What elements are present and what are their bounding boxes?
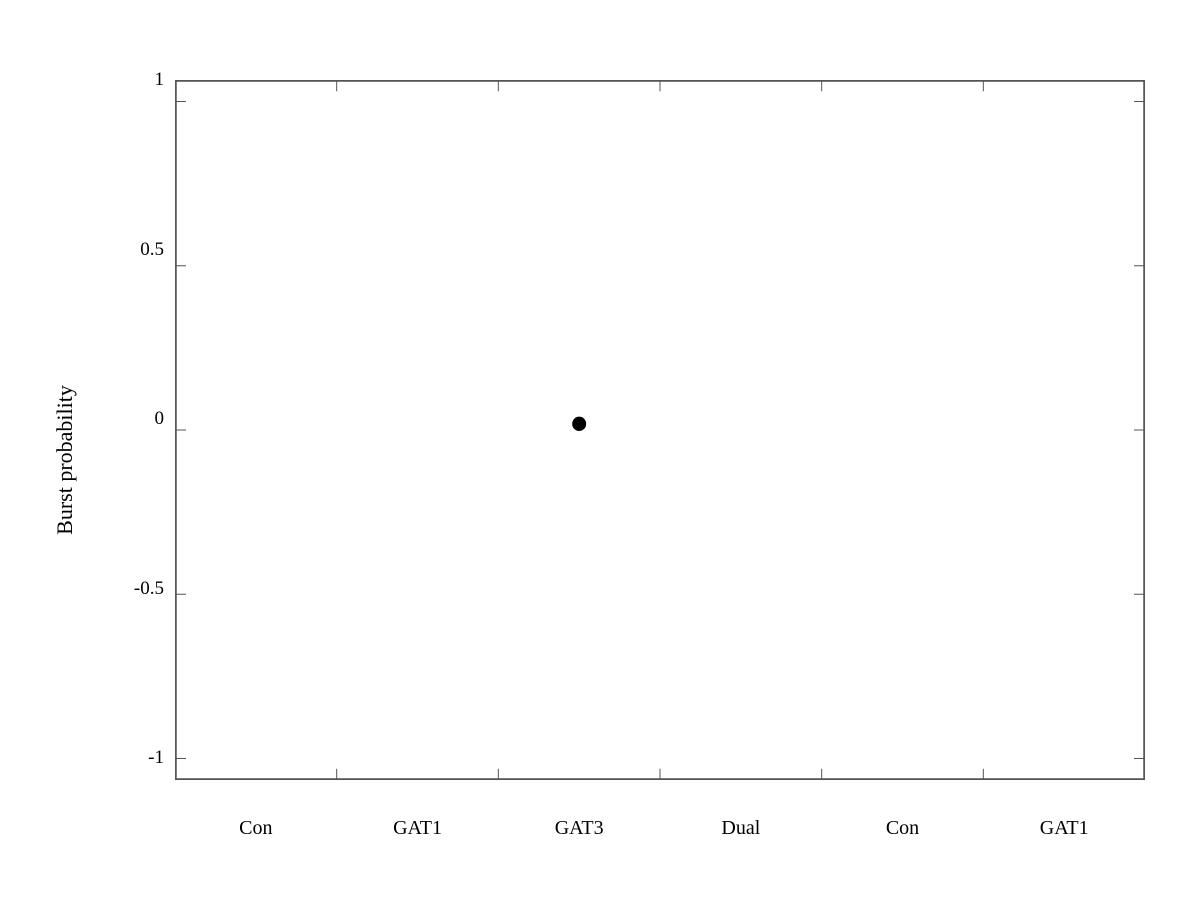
y-axis-label: Burst probability (52, 385, 78, 535)
x-label-con1: Con (175, 817, 337, 840)
chart-area: Burst probability (115, 60, 1165, 860)
data-point (572, 417, 586, 431)
plot-svg (176, 81, 1144, 779)
x-label-gat3: GAT3 (498, 817, 660, 840)
x-label-con2: Con (822, 817, 984, 840)
y-tick-0: 0 (155, 408, 165, 430)
chart-container: Burst probability (0, 0, 1200, 900)
plot-box (175, 80, 1145, 780)
y-tick-05: 0.5 (140, 239, 164, 261)
y-tick-1: 1 (155, 69, 165, 91)
y-tick-n05: -0.5 (134, 578, 164, 600)
x-label-gat1: GAT1 (337, 817, 499, 840)
x-label-gat1-2: GAT1 (983, 817, 1145, 840)
x-label-dual: Dual (660, 817, 822, 840)
y-tick-n1: -1 (148, 747, 164, 769)
